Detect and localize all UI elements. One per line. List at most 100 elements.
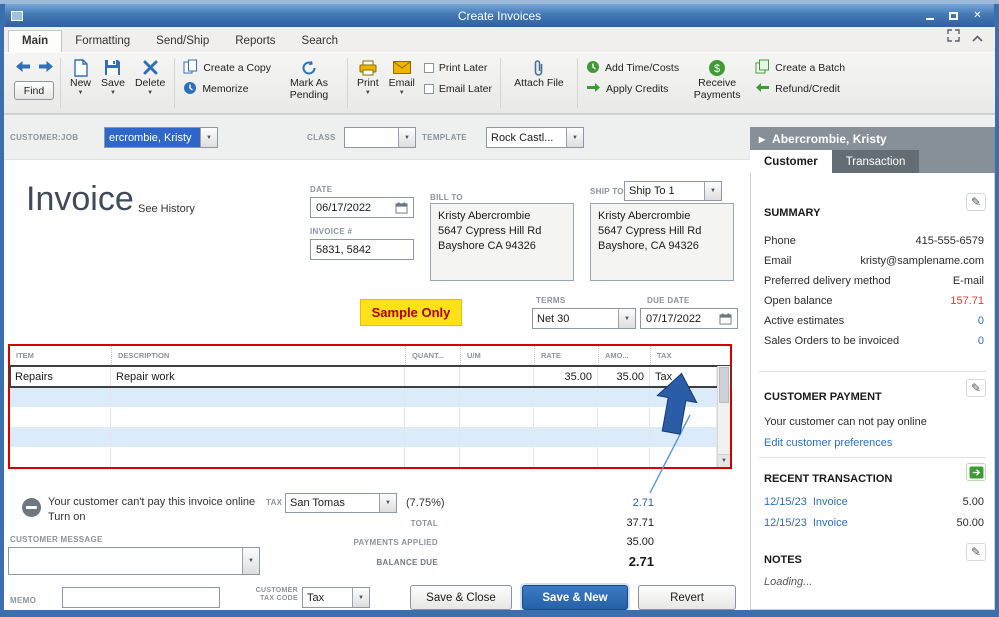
- panel-tab-customer[interactable]: Customer: [750, 150, 832, 173]
- chevron-down-icon[interactable]: ▼: [704, 182, 721, 200]
- date-input[interactable]: 06/17/2022: [310, 197, 414, 218]
- cell-item[interactable]: Repairs: [10, 366, 111, 387]
- transaction-date-link[interactable]: 12/15/23: [764, 515, 807, 531]
- email-later-checkbox[interactable]: Email Later: [423, 81, 492, 97]
- ship-to-select[interactable]: Ship To 1 ▼: [624, 181, 722, 201]
- collapse-ribbon-icon[interactable]: [972, 29, 983, 47]
- email-button[interactable]: Email ▼: [384, 56, 420, 98]
- add-time-costs-button[interactable]: Add Time/Costs: [586, 60, 679, 76]
- transaction-type-link[interactable]: Invoice: [813, 494, 848, 510]
- cell-description[interactable]: Repair work: [111, 366, 405, 387]
- chevron-down-icon[interactable]: ▼: [200, 128, 217, 147]
- empty-cell[interactable]: [460, 447, 534, 467]
- save-button[interactable]: Save ▼: [96, 56, 130, 98]
- attach-file-button[interactable]: Attach File: [505, 56, 573, 91]
- empty-cell[interactable]: [10, 447, 111, 467]
- empty-cell[interactable]: [111, 427, 405, 447]
- table-row-empty[interactable]: [10, 447, 730, 467]
- chevron-down-icon[interactable]: ▼: [618, 309, 635, 328]
- mark-as-pending-button[interactable]: Mark As Pending: [275, 56, 343, 103]
- find-button[interactable]: Find: [14, 81, 54, 100]
- empty-cell[interactable]: [10, 407, 111, 427]
- empty-cell[interactable]: [650, 427, 717, 447]
- empty-cell[interactable]: [111, 407, 405, 427]
- empty-cell[interactable]: [405, 447, 460, 467]
- save-new-button[interactable]: Save & New: [522, 585, 628, 610]
- memo-input[interactable]: [62, 587, 220, 608]
- transaction-row[interactable]: 12/15/23 Invoice 5.00: [764, 494, 984, 510]
- empty-cell[interactable]: [405, 427, 460, 447]
- customer-panel-header[interactable]: ▸ Abercrombie, Kristy: [750, 127, 995, 150]
- tab-formatting[interactable]: Formatting: [62, 31, 143, 52]
- calendar-icon[interactable]: [395, 201, 408, 214]
- delete-button[interactable]: Delete ▼: [130, 56, 170, 98]
- tab-reports[interactable]: Reports: [222, 31, 288, 52]
- checkbox-icon[interactable]: [423, 84, 434, 94]
- new-button[interactable]: New ▼: [65, 56, 96, 98]
- cell-tax[interactable]: Tax: [650, 366, 717, 387]
- print-button[interactable]: Print ▼: [352, 56, 384, 98]
- cell-rate[interactable]: 35.00: [534, 366, 598, 387]
- see-history-link[interactable]: See History: [138, 203, 195, 215]
- create-batch-button[interactable]: Create a Batch: [755, 59, 845, 76]
- receive-payments-button[interactable]: $ Receive Payments: [683, 56, 751, 103]
- active-estimates-link[interactable]: 0: [978, 313, 984, 329]
- maximize-button[interactable]: [946, 9, 961, 22]
- sales-orders-link[interactable]: 0: [978, 333, 984, 349]
- empty-cell[interactable]: [534, 387, 598, 407]
- expand-window-icon[interactable]: [947, 29, 960, 47]
- back-button[interactable]: [15, 59, 31, 77]
- empty-cell[interactable]: [405, 387, 460, 407]
- memorize-button[interactable]: Memorize: [183, 81, 271, 97]
- empty-cell[interactable]: [598, 427, 650, 447]
- save-close-button[interactable]: Save & Close: [410, 585, 512, 610]
- empty-cell[interactable]: [598, 407, 650, 427]
- empty-cell[interactable]: [534, 407, 598, 427]
- transaction-date-link[interactable]: 12/15/23: [764, 494, 807, 510]
- tab-send-ship[interactable]: Send/Ship: [143, 31, 222, 52]
- edit-preferences-link[interactable]: Edit customer preferences: [764, 435, 984, 451]
- empty-cell[interactable]: [10, 427, 111, 447]
- empty-cell[interactable]: [534, 447, 598, 467]
- transaction-row[interactable]: 12/15/23 Invoice 50.00: [764, 515, 984, 531]
- empty-cell[interactable]: [598, 447, 650, 467]
- edit-pencil-icon[interactable]: ✎: [966, 543, 986, 561]
- panel-tab-transaction[interactable]: Transaction: [831, 150, 920, 173]
- checkbox-icon[interactable]: [423, 63, 434, 73]
- transaction-type-link[interactable]: Invoice: [813, 515, 848, 531]
- chevron-down-icon[interactable]: ▼: [352, 588, 369, 607]
- customer-message-select[interactable]: ▼: [8, 547, 260, 575]
- invoice-number-input[interactable]: 5831, 5842: [310, 239, 414, 260]
- print-later-checkbox[interactable]: Print Later: [423, 60, 492, 76]
- empty-cell[interactable]: [650, 387, 717, 407]
- tab-main[interactable]: Main: [8, 30, 63, 52]
- edit-pencil-icon[interactable]: ✎: [966, 193, 986, 211]
- template-select[interactable]: Rock Castl... ▼: [486, 127, 584, 148]
- scrollbar-thumb[interactable]: [719, 367, 729, 403]
- due-date-input[interactable]: 07/17/2022: [640, 308, 738, 329]
- customer-tax-code-select[interactable]: Tax ▼: [302, 587, 370, 608]
- table-row-empty[interactable]: [10, 407, 730, 427]
- calendar-icon[interactable]: [719, 312, 732, 325]
- close-button[interactable]: ✕: [970, 9, 985, 22]
- terms-select[interactable]: Net 30 ▼: [532, 308, 636, 329]
- chevron-down-icon[interactable]: ▼: [566, 128, 583, 147]
- chevron-down-icon[interactable]: ▼: [398, 128, 415, 147]
- edit-pencil-icon[interactable]: ✎: [966, 379, 986, 397]
- empty-cell[interactable]: [650, 407, 717, 427]
- table-row-empty[interactable]: [10, 427, 730, 447]
- empty-cell[interactable]: [111, 447, 405, 467]
- empty-cell[interactable]: [111, 387, 405, 407]
- forward-button[interactable]: [38, 59, 53, 77]
- transaction-icon[interactable]: [966, 463, 986, 481]
- empty-cell[interactable]: [460, 407, 534, 427]
- empty-cell[interactable]: [650, 447, 717, 467]
- empty-cell[interactable]: [10, 387, 111, 407]
- turn-on-link[interactable]: Turn on: [48, 511, 86, 523]
- empty-cell[interactable]: [460, 387, 534, 407]
- class-select[interactable]: ▼: [344, 127, 416, 148]
- cell-um[interactable]: [460, 366, 534, 387]
- empty-cell[interactable]: [534, 427, 598, 447]
- table-row[interactable]: Repairs Repair work 35.00 35.00 Tax: [9, 365, 731, 388]
- tax-select[interactable]: San Tomas ▼: [285, 493, 397, 513]
